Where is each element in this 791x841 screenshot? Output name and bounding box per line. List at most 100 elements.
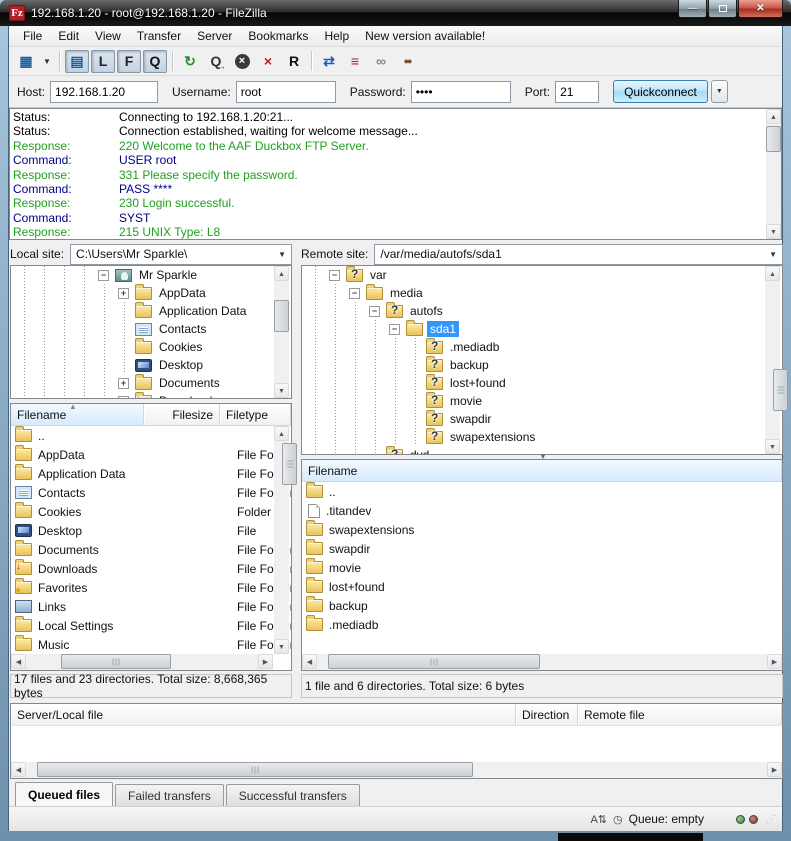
synchronized-browsing-icon[interactable]: ⇄ [317,50,341,73]
menu-server[interactable]: Server [189,27,240,45]
transfer-type-icon[interactable]: A⇅ [590,813,607,826]
expander-minus-icon[interactable]: − [346,284,366,302]
combo-arrow-icon[interactable]: ▼ [278,250,286,259]
combo-arrow-icon[interactable]: ▼ [769,250,777,259]
speed-limit-icon[interactable]: ◷ [613,813,623,826]
local-site-combo[interactable]: C:\Users\Mr Sparkle\ ▼ [70,244,292,265]
local-list-vscrollbar[interactable]: ▲ ▼ [274,426,289,654]
menu-edit[interactable]: Edit [50,27,87,45]
expander-plus-icon[interactable]: + [115,284,135,302]
expander-minus-icon[interactable]: − [386,320,406,338]
file-row[interactable]: Local SettingsFile Folder [11,616,291,635]
tree-item[interactable]: +Documents [15,374,291,392]
file-row[interactable]: DownloadsFile Folder [11,559,291,578]
toggle-queue-icon[interactable]: Q [143,50,167,73]
port-input[interactable] [555,81,599,103]
username-input[interactable] [236,81,336,103]
file-row[interactable]: .. [11,426,291,445]
refresh-icon[interactable]: ↻ [178,50,202,73]
tree-item[interactable]: Contacts [15,320,291,338]
disconnect-icon[interactable]: × [256,50,280,73]
close-button[interactable]: ✕ [738,0,783,18]
tree-item[interactable]: +Downloads [15,392,291,399]
tree-item[interactable]: swapdir [306,410,782,428]
tree-item[interactable]: movie [306,392,782,410]
filter-icon[interactable]: ●● [395,50,419,73]
menu-bookmarks[interactable]: Bookmarks [240,27,316,45]
remote-tree-scrollbar[interactable]: ▲ ▼ [765,266,780,454]
file-row[interactable]: .titandev [302,501,782,520]
menu-transfer[interactable]: Transfer [129,27,189,45]
file-row[interactable]: .. [302,482,782,501]
file-row[interactable]: Application DataFile Folder [11,464,291,483]
file-row[interactable]: ContactsFile Folder [11,483,291,502]
file-row[interactable]: FavoritesFile Folder [11,578,291,597]
queue-hscrollbar[interactable]: ◀ ▶ [11,762,782,778]
tab-queued-files[interactable]: Queued files [15,782,113,806]
tree-item[interactable]: −media [306,284,782,302]
tree-item[interactable]: Desktop [15,356,291,374]
tree-item[interactable]: backup [306,356,782,374]
expander-plus-icon[interactable]: + [115,374,135,392]
column-header-filesize[interactable]: Filesize [144,404,220,425]
menu-file[interactable]: File [15,27,50,45]
tab-failed-transfers[interactable]: Failed transfers [115,784,224,806]
file-row[interactable]: LinksFile Folder [11,597,291,616]
maximize-button[interactable] [708,0,737,18]
titlebar[interactable]: Fz 192.168.1.20 - root@192.168.1.20 - Fi… [0,0,791,26]
file-row[interactable]: swapextensions [302,520,782,539]
resize-grip[interactable]: ⋰ [766,814,776,825]
tree-item[interactable]: Application Data [15,302,291,320]
process-queue-icon[interactable]: Q→ [204,50,228,73]
tree-item[interactable]: .mediadb [306,338,782,356]
local-list-hscrollbar[interactable]: ◀ ▶ [11,654,273,670]
find-files-icon[interactable]: ∞ [369,50,393,73]
file-row[interactable]: DesktopFile [11,521,291,540]
directory-comparison-icon[interactable]: ≡ [343,50,367,73]
quickconnect-dropdown[interactable]: ▼ [711,80,728,103]
tree-item[interactable]: +AppData [15,284,291,302]
local-tree-scrollbar[interactable]: ▲ ▼ [274,266,289,398]
tab-successful-transfers[interactable]: Successful transfers [226,784,360,806]
remote-site-combo[interactable]: /var/media/autofs/sda1 ▼ [374,244,783,265]
site-manager-icon[interactable]: ▦ [14,50,38,73]
reconnect-icon[interactable]: R [282,50,306,73]
menu-help[interactable]: Help [316,27,357,45]
tree-item[interactable]: swapextensions [306,428,782,446]
queue-column-direction[interactable]: Direction [516,704,578,725]
expander-minus-icon[interactable]: − [326,266,346,284]
menu-new-version-notice[interactable]: New version available! [357,27,493,45]
toggle-message-log-icon[interactable]: ▤ [65,50,89,73]
file-row[interactable]: lost+found [302,577,782,596]
queue-column-server-local-file[interactable]: Server/Local file [11,704,516,725]
column-header-filetype[interactable]: Filetype [220,404,291,425]
tree-item[interactable]: −var [306,266,782,284]
file-row[interactable]: DocumentsFile Folder [11,540,291,559]
file-row[interactable]: .mediadb [302,615,782,634]
queue-column-remote-file[interactable]: Remote file [578,704,782,725]
tree-item[interactable]: −autofs [306,302,782,320]
file-row[interactable]: movie [302,558,782,577]
quickconnect-button[interactable]: Quickconnect [613,80,708,103]
tree-item[interactable]: Cookies [15,338,291,356]
file-row[interactable]: CookiesFolder [11,502,291,521]
file-row[interactable]: MusicFile Folder [11,635,291,654]
expander-minus-icon[interactable]: − [95,266,115,284]
host-input[interactable] [50,81,158,103]
remote-list-hscrollbar[interactable]: ◀ ▶ [302,654,782,670]
site-manager-dropdown-icon[interactable]: ▼ [40,50,54,73]
menu-view[interactable]: View [87,27,129,45]
file-row[interactable]: backup [302,596,782,615]
password-input[interactable] [411,81,511,103]
tree-item[interactable]: −sda1 [306,320,782,338]
expander-minus-icon[interactable]: − [366,302,386,320]
file-row[interactable]: swapdir [302,539,782,558]
toggle-local-tree-icon[interactable]: L [91,50,115,73]
tree-item[interactable]: −Mr Sparkle [15,266,291,284]
toggle-remote-tree-icon[interactable]: F [117,50,141,73]
tree-item[interactable]: lost+found [306,374,782,392]
cancel-operation-icon[interactable]: × [230,50,254,73]
expander-plus-icon[interactable]: + [115,392,135,399]
log-scrollbar[interactable]: ▲ ▼ [766,109,781,239]
minimize-button[interactable]: — [678,0,707,18]
